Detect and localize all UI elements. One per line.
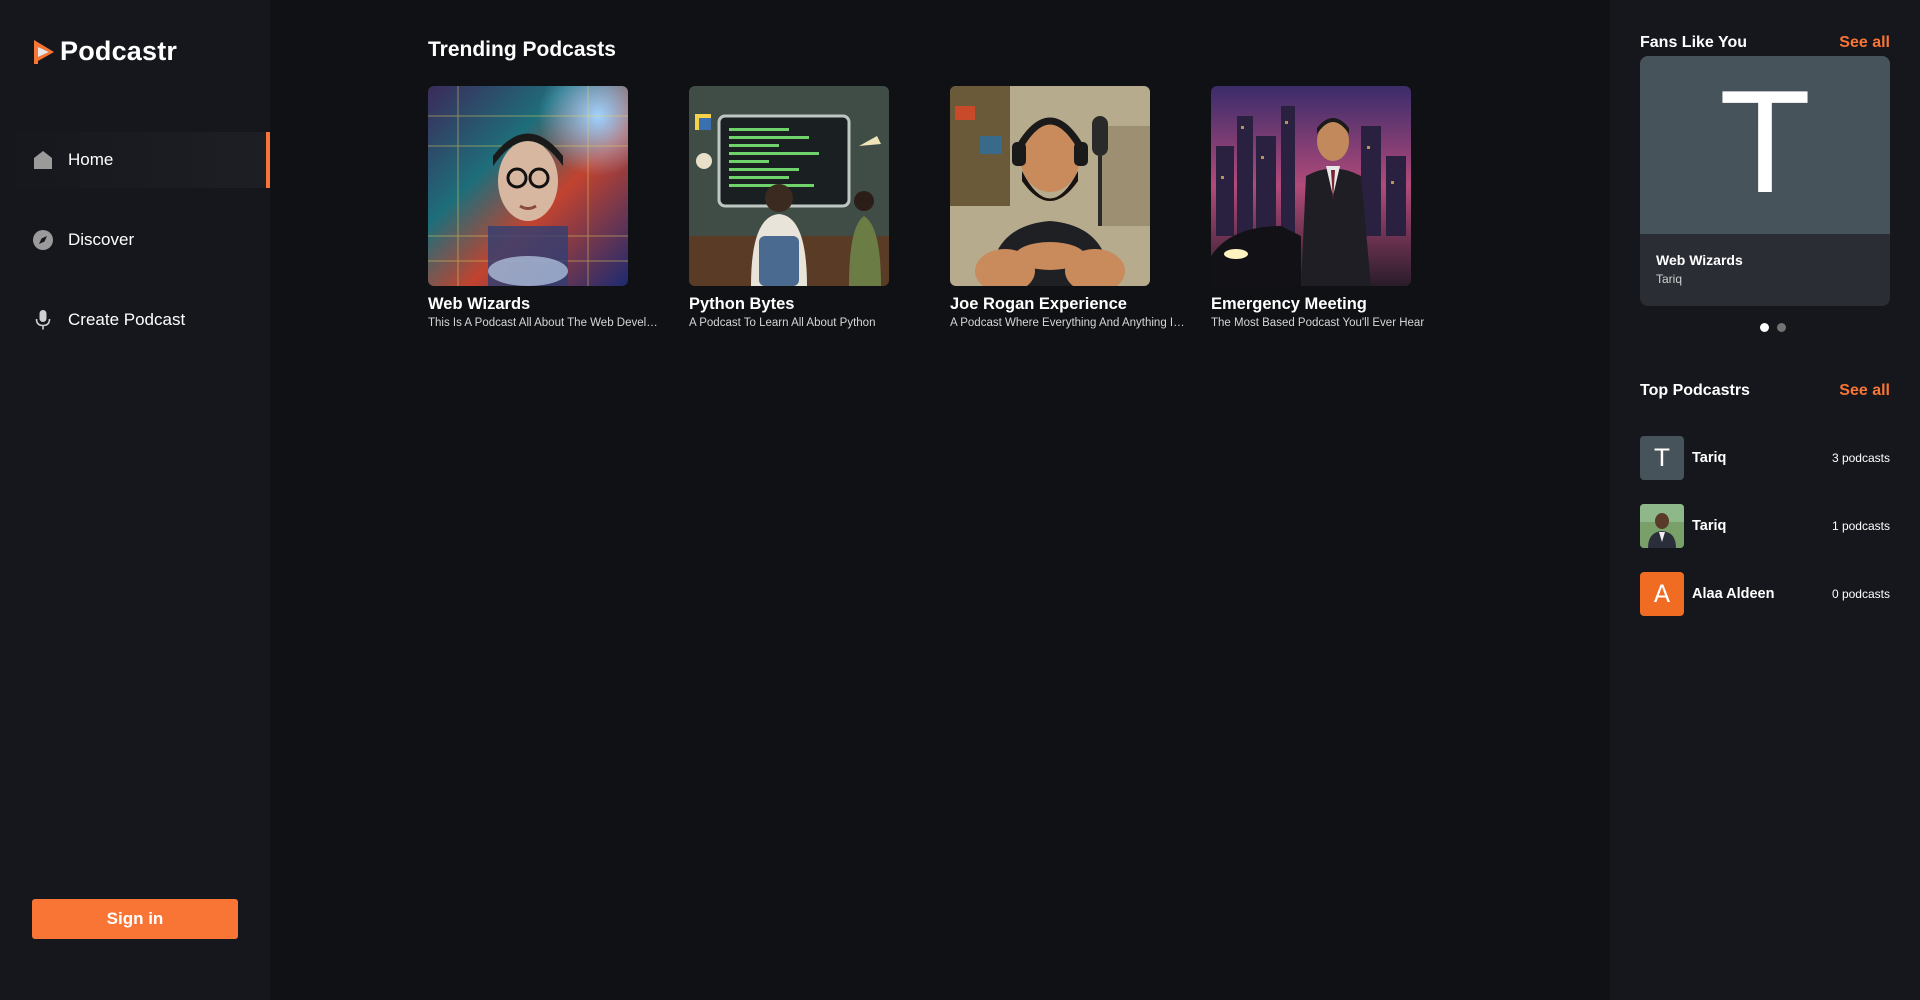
sign-in-button[interactable]: Sign in bbox=[32, 899, 238, 939]
avatar: T bbox=[1640, 436, 1684, 480]
top-podcastrs-see-all-link[interactable]: See all bbox=[1839, 382, 1890, 400]
fans-see-all-link[interactable]: See all bbox=[1839, 34, 1890, 52]
fan-card-author: Tariq bbox=[1656, 272, 1683, 286]
fan-carousel-card[interactable]: T Web Wizards Tariq bbox=[1640, 56, 1890, 306]
avatar-letter: T bbox=[1654, 444, 1670, 472]
podcast-card[interactable]: Joe Rogan Experience A Podcast Where Eve… bbox=[950, 86, 1186, 329]
podcast-thumbnail bbox=[950, 86, 1150, 286]
podcast-count: 1 podcasts bbox=[1831, 519, 1890, 533]
podcast-title: Python Bytes bbox=[689, 295, 795, 313]
podcastr-row[interactable]: Tariq 1 podcasts bbox=[1640, 504, 1890, 548]
podcastr-name: Tariq bbox=[1692, 450, 1727, 466]
podcast-description: The Most Based Podcast You'll Ever Hear bbox=[1211, 317, 1425, 329]
logo-text: Podcastr bbox=[60, 36, 178, 66]
microphone-icon bbox=[32, 309, 54, 331]
person-photo-icon bbox=[1640, 504, 1684, 548]
play-logo-icon bbox=[32, 38, 56, 66]
podcast-title: Web Wizards bbox=[428, 295, 531, 313]
left-sidebar: Podcastr Home Discover Create Podcast Si… bbox=[0, 0, 270, 1000]
trending-podcasts-title: Trending Podcasts bbox=[428, 38, 616, 61]
nav-item-home[interactable]: Home bbox=[0, 132, 270, 188]
podcast-description: A Podcast Where Everything And Anything … bbox=[950, 317, 1186, 329]
right-sidebar: Fans Like You See all T Web Wizards Tari… bbox=[1610, 0, 1920, 1000]
podcast-card[interactable]: Emergency Meeting The Most Based Podcast… bbox=[1211, 86, 1424, 329]
top-podcastrs-header: Top Podcastrs See all bbox=[1640, 382, 1890, 400]
podcast-count: 0 podcasts bbox=[1831, 587, 1890, 601]
fan-card-avatar-letter: T bbox=[1722, 64, 1808, 225]
carousel-dot-1[interactable] bbox=[1760, 323, 1769, 332]
fan-card-title: Web Wizards bbox=[1656, 252, 1743, 268]
nav-item-discover[interactable]: Discover bbox=[0, 212, 270, 268]
carousel-dot-2[interactable] bbox=[1777, 323, 1786, 332]
logo[interactable]: Podcastr bbox=[32, 36, 177, 67]
podcast-count: 3 podcasts bbox=[1831, 451, 1890, 465]
podcast-card[interactable]: Python Bytes A Podcast To Learn All Abou… bbox=[689, 86, 889, 329]
podcastr-row[interactable]: A Alaa Aldeen 0 podcasts bbox=[1640, 572, 1890, 616]
emergency-meeting-artwork-icon bbox=[1211, 86, 1411, 286]
python-bytes-artwork-icon bbox=[689, 86, 889, 286]
fan-card-avatar: T bbox=[1640, 56, 1890, 234]
podcast-thumbnail bbox=[428, 86, 628, 286]
compass-icon bbox=[32, 229, 54, 251]
podcastr-row[interactable]: T Tariq 3 podcasts bbox=[1640, 436, 1890, 480]
podcastr-name: Tariq bbox=[1692, 518, 1727, 534]
fans-like-you-header: Fans Like You See all bbox=[1640, 34, 1890, 52]
podcast-description: A Podcast To Learn All About Python bbox=[689, 317, 876, 329]
fan-card-info: Web Wizards Tariq bbox=[1640, 234, 1890, 304]
carousel-dots bbox=[1610, 323, 1920, 332]
podcast-card[interactable]: Web Wizards This Is A Podcast All About … bbox=[428, 86, 664, 329]
podcast-description: This Is A Podcast All About The Web Deve… bbox=[428, 317, 664, 329]
top-podcastrs-list: T Tariq 3 podcasts Tariq 1 podcasts A Al… bbox=[1640, 436, 1890, 640]
web-wizards-artwork-icon bbox=[428, 86, 628, 286]
fans-like-you-title: Fans Like You bbox=[1640, 34, 1747, 51]
nav-label-create-podcast: Create Podcast bbox=[68, 310, 186, 329]
podcast-thumbnail bbox=[1211, 86, 1411, 286]
podcastr-name: Alaa Aldeen bbox=[1692, 586, 1775, 602]
avatar: A bbox=[1640, 572, 1684, 616]
avatar bbox=[1640, 504, 1684, 548]
joe-rogan-artwork-icon bbox=[950, 86, 1150, 286]
podcast-title: Joe Rogan Experience bbox=[950, 295, 1127, 313]
podcast-thumbnail bbox=[689, 86, 889, 286]
nav-label-discover: Discover bbox=[68, 230, 135, 249]
home-icon bbox=[32, 149, 54, 171]
trending-podcasts-list: Web Wizards This Is A Podcast All About … bbox=[428, 86, 1424, 329]
podcast-title: Emergency Meeting bbox=[1211, 295, 1367, 313]
nav-item-create-podcast[interactable]: Create Podcast bbox=[0, 292, 270, 348]
top-podcastrs-title: Top Podcastrs bbox=[1640, 382, 1750, 399]
main-nav: Home Discover Create Podcast bbox=[0, 132, 270, 372]
main-content: Trending Podcasts Web Wizards This Is A … bbox=[428, 0, 1428, 1000]
avatar-letter: A bbox=[1653, 580, 1671, 608]
podcastr-app: Podcastr Home Discover Create Podcast Si… bbox=[0, 0, 1920, 1000]
nav-label-home: Home bbox=[68, 150, 114, 169]
